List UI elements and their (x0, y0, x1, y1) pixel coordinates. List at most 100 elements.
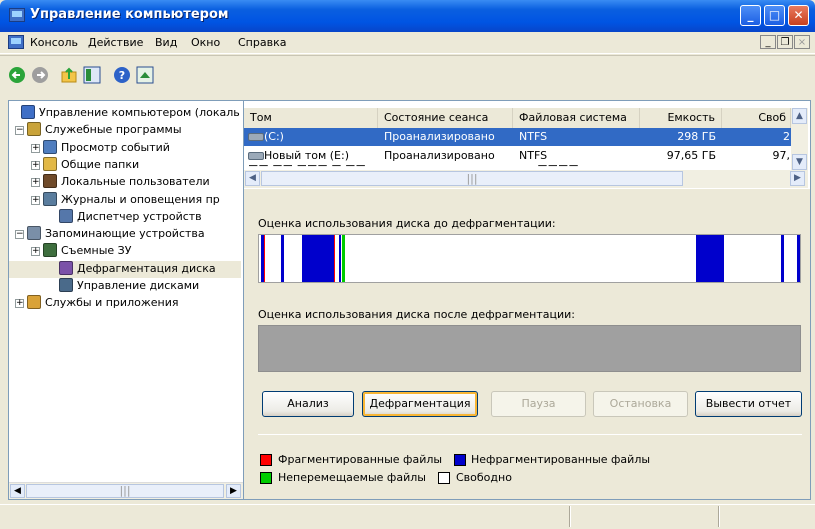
tree-item-label: Управление дисками (77, 279, 200, 292)
mdi-restore-button[interactable]: ❐ (777, 35, 793, 49)
up-folder-icon[interactable] (60, 66, 78, 84)
tree-item-label: Диспетчер устройств (77, 209, 202, 223)
tree-item-system-tools[interactable]: − Служебные программы (9, 122, 241, 139)
tree-item-performance-logs[interactable]: + Журналы и оповещения пр (9, 191, 241, 209)
collapse-icon[interactable]: − (15, 230, 24, 240)
minimize-button[interactable]: _ (740, 5, 761, 26)
volume-list-scroll-thumb[interactable]: ||| (261, 171, 683, 186)
status-separator (569, 506, 571, 527)
close-button[interactable]: ✕ (788, 5, 809, 26)
tree-item-disk-defragmenter[interactable]: Дефрагментация диска (9, 260, 241, 278)
tree-item-services-applications[interactable]: + Службы и приложения (9, 295, 241, 312)
show-hide-tree-icon[interactable] (83, 66, 101, 84)
system-tools-icon (27, 122, 41, 137)
scroll-left-button[interactable]: ◀ (245, 171, 260, 186)
disk-defragmenter-icon (59, 260, 73, 275)
volume-list-hscrollbar[interactable]: ◀ ||| ▶ (244, 170, 808, 188)
help-icon[interactable]: ? (113, 66, 131, 84)
tree-item-computer-management[interactable]: Управление компьютером (локаль (9, 105, 241, 122)
pause-button[interactable]: Пауза (491, 391, 586, 417)
menu-window[interactable]: Окно (191, 36, 220, 49)
analyze-button[interactable]: Анализ (262, 391, 354, 417)
volume-capacity: 298 ГБ (677, 130, 716, 143)
expand-icon[interactable]: + (31, 160, 40, 170)
defragment-button[interactable]: Дефрагментация (362, 391, 478, 417)
title-bar[interactable]: Управление компьютером _ □ ✕ (0, 0, 815, 32)
usage-band (781, 235, 784, 282)
stop-button[interactable]: Остановка (593, 391, 688, 417)
console-icon[interactable] (8, 35, 24, 49)
tree-item-disk-management[interactable]: Управление дисками (9, 278, 241, 295)
before-defrag-usage-map (258, 234, 801, 283)
column-header-filesystem[interactable]: Файловая система (513, 108, 640, 128)
tree-hscrollbar[interactable]: ◀ ||| ▶ (9, 482, 243, 499)
disk-management-icon (59, 278, 73, 292)
menu-help[interactable]: Справка (238, 36, 286, 49)
mdi-minimize-button[interactable]: _ (760, 35, 776, 49)
menu-bar: Консоль Действие Вид Окно Справка _ ❐ × (0, 32, 815, 54)
scroll-right-button[interactable]: ▶ (790, 171, 805, 186)
scroll-up-button[interactable]: ▲ (792, 108, 807, 124)
usage-band (302, 235, 334, 282)
before-defrag-label: Оценка использования диска до дефрагмент… (258, 217, 556, 230)
volume-capacity: 97,65 ГБ (666, 149, 716, 162)
local-users-icon (43, 174, 57, 189)
contiguous-legend-swatch (454, 454, 466, 466)
tree-item-removable-storage[interactable]: + Съемные ЗУ (9, 243, 241, 260)
fragmented-legend-label: Фрагментированные файлы (278, 453, 443, 466)
volume-status: Проанализировано (384, 130, 495, 143)
menu-action[interactable]: Действие (88, 36, 143, 49)
expand-icon[interactable]: + (31, 143, 40, 153)
expand-icon[interactable]: + (31, 195, 40, 205)
expand-icon[interactable]: + (31, 178, 40, 188)
scroll-down-button[interactable]: ▼ (792, 154, 807, 170)
window-title: Управление компьютером (30, 7, 229, 22)
toolbar: ? (0, 55, 815, 97)
properties-icon[interactable] (136, 66, 154, 84)
after-defrag-label: Оценка использования диска после дефрагм… (258, 308, 576, 321)
services-applications-icon (27, 295, 41, 310)
computer-management-icon (21, 105, 35, 119)
maximize-button[interactable]: □ (764, 5, 785, 26)
scroll-left-button[interactable]: ◀ (10, 484, 25, 498)
tree-item-label: Управление компьютером (локаль (39, 106, 240, 119)
volume-free: 2 (783, 130, 790, 143)
status-bar (0, 504, 815, 529)
tree-item-label: Журналы и оповещения пр (61, 192, 220, 206)
shared-folders-icon (43, 156, 57, 171)
menu-console[interactable]: Консоль (30, 36, 78, 49)
back-arrow-icon[interactable] (8, 66, 26, 84)
removable-storage-icon (43, 243, 57, 258)
view-report-button[interactable]: Вывести отчет (695, 391, 802, 417)
scroll-right-button[interactable]: ▶ (226, 484, 241, 498)
usage-band (334, 235, 335, 282)
tree-item-device-manager[interactable]: Диспетчер устройств (9, 208, 241, 226)
tree-item-event-viewer[interactable]: + Просмотр событий (9, 139, 241, 157)
forward-arrow-icon[interactable] (31, 66, 49, 84)
contiguous-legend-label: Нефрагментированные файлы (471, 453, 651, 466)
expand-icon[interactable]: + (15, 299, 24, 309)
expand-icon[interactable]: + (31, 247, 40, 257)
unmovable-legend-swatch (260, 472, 272, 484)
tree-scroll-thumb[interactable]: ||| (26, 484, 224, 498)
column-header-capacity[interactable]: Емкость (640, 108, 722, 128)
column-header-volume[interactable]: Том (244, 108, 378, 128)
tree-item-storage[interactable]: − Запоминающие устройства (9, 226, 241, 243)
tree-item-shared-folders[interactable]: + Общие папки (9, 156, 241, 174)
tree-item-label: Общие папки (61, 157, 140, 171)
free-legend-swatch (438, 472, 450, 484)
mdi-close-button[interactable]: × (794, 35, 810, 49)
volume-row-e[interactable]: Новый том (E:) Проанализировано NTFS 97,… (244, 147, 791, 165)
column-header-session-status[interactable]: Состояние сеанса (378, 108, 513, 128)
console-tree: Управление компьютером (локаль − Служебные… (8, 100, 244, 500)
menu-view[interactable]: Вид (155, 36, 177, 49)
drive-icon (248, 152, 264, 160)
volume-list-vscrollbar[interactable]: ▲ ▼ (791, 108, 808, 170)
unmovable-legend-label: Неперемещаемые файлы (278, 471, 426, 484)
collapse-icon[interactable]: − (15, 126, 24, 136)
tree-item-local-users[interactable]: + Локальные пользователи (9, 174, 241, 191)
computer-management-icon (9, 8, 25, 22)
after-defrag-usage-map (258, 325, 801, 372)
column-header-free[interactable]: Своб (722, 108, 791, 128)
volume-row-c[interactable]: (C:) Проанализировано NTFS 298 ГБ 2 (244, 128, 791, 146)
